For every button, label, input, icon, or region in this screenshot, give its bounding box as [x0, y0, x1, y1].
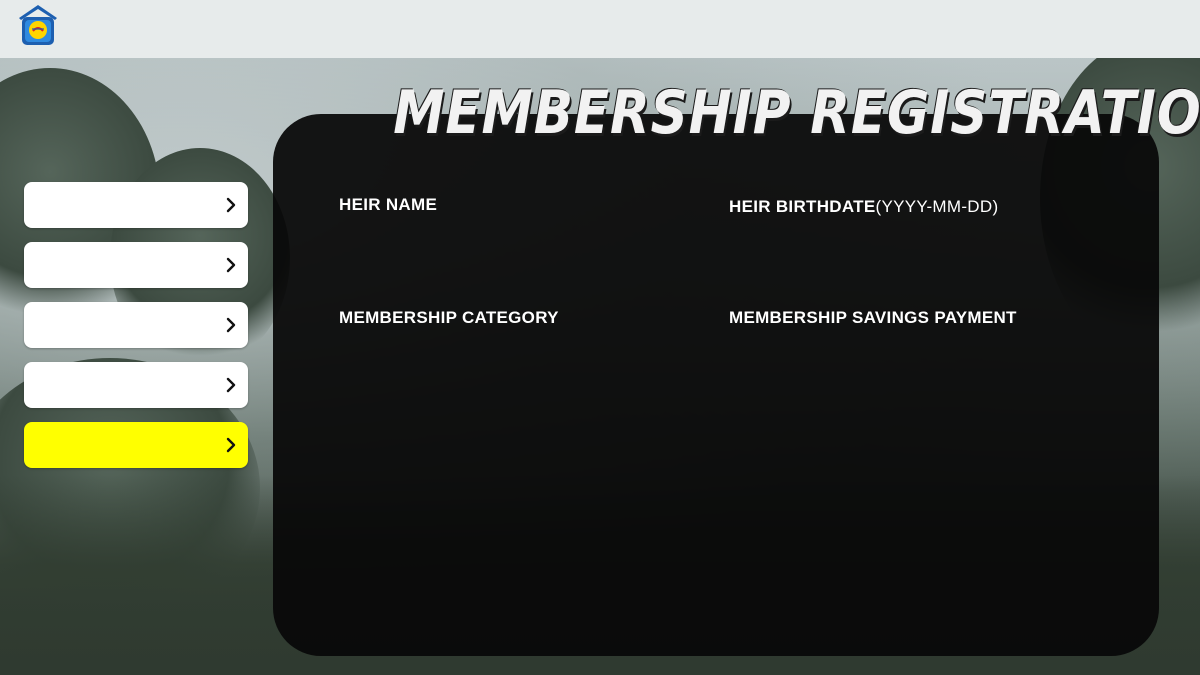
chevron-right-icon [226, 257, 236, 273]
sidebar-item-4[interactable] [24, 362, 248, 408]
date-format-hint: (YYYY-MM-DD) [875, 197, 999, 216]
sidebar-item-2[interactable] [24, 242, 248, 288]
chevron-right-icon [226, 317, 236, 333]
heir-name-label-text: HEIR NAME [339, 195, 438, 214]
membership-category-label-text: MEMBERSHIP CATEGORY [339, 308, 559, 327]
sidebar-item-3[interactable] [24, 302, 248, 348]
heir-name-label: HEIR NAME [339, 195, 437, 215]
sidebar-item-5-active[interactable] [24, 422, 248, 468]
membership-savings-payment-label-text: MEMBERSHIP SAVINGS PAYMENT [729, 308, 1017, 327]
page-title: MEMBERSHIP REGISTRATION [393, 78, 1200, 148]
heir-birthdate-label-text: HEIR BIRTHDATE [729, 197, 876, 216]
chevron-right-icon [226, 377, 236, 393]
top-bar [0, 0, 1200, 58]
membership-category-label: MEMBERSHIP CATEGORY [339, 308, 559, 328]
heir-birthdate-label: HEIR BIRTHDATE(YYYY-MM-DD) [729, 197, 998, 217]
chevron-right-icon [226, 197, 236, 213]
sidebar-nav [24, 182, 248, 482]
sidebar-item-1[interactable] [24, 182, 248, 228]
chevron-right-icon [226, 437, 236, 453]
membership-savings-payment-label: MEMBERSHIP SAVINGS PAYMENT [729, 308, 1017, 328]
pag-ibig-house-logo-icon[interactable] [18, 4, 58, 46]
